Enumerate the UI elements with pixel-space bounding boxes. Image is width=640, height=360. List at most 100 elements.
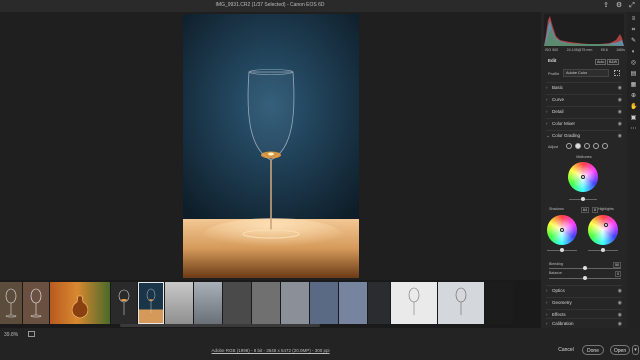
highlights-wheel[interactable]	[588, 215, 618, 245]
balance-slider[interactable]	[549, 276, 621, 280]
shadows-wheel-handle[interactable]	[560, 228, 564, 232]
thumbnail[interactable]	[223, 282, 251, 324]
eye-icon[interactable]: ◉	[618, 319, 622, 329]
midtones-mode-icon[interactable]	[584, 143, 590, 149]
title-bar: IMG_9931.CR2 (1/37 Selected) - Canon EOS…	[0, 0, 640, 12]
cancel-button[interactable]: Cancel	[556, 345, 576, 355]
toggle-samplers-icon[interactable]: ▣	[630, 115, 637, 122]
shadows-mode-icon[interactable]	[575, 143, 581, 149]
slider-knob[interactable]	[601, 248, 605, 252]
shadows-luminance-slider[interactable]	[547, 248, 577, 252]
grading-mode-selector[interactable]	[566, 143, 608, 149]
shadows-label: Shadows	[549, 207, 564, 211]
section-color-mixer[interactable]: › Color Mixer ◉	[546, 118, 622, 128]
filmstrip-scrollbar[interactable]	[120, 324, 320, 327]
eye-icon[interactable]: ◉	[618, 119, 622, 129]
midtones-label: Midtones	[576, 155, 592, 159]
eye-icon[interactable]: ◉	[618, 286, 622, 296]
more-icon[interactable]: ⋯	[630, 126, 637, 133]
thumbnail[interactable]	[111, 282, 137, 324]
edit-sliders-icon[interactable]: ≡	[630, 16, 637, 23]
snapshots-icon[interactable]: ▦	[630, 82, 637, 89]
balance-label: Balance	[549, 271, 562, 275]
bw-button[interactable]: B&W	[607, 59, 620, 65]
thumbnail-selected[interactable]	[138, 282, 164, 324]
section-curve[interactable]: › Curve ◉	[546, 94, 622, 104]
thumbnail[interactable]	[0, 282, 22, 324]
red-eye-icon[interactable]: ◎	[630, 60, 637, 67]
hue-value[interactable]: 64	[581, 207, 589, 213]
section-label: Color Mixer	[552, 121, 576, 126]
midtones-wheel[interactable]	[568, 162, 598, 192]
section-label: Color Grading	[552, 133, 581, 138]
slider-knob[interactable]	[560, 248, 564, 252]
saturation-value[interactable]: 8	[592, 207, 598, 213]
hand-tool-icon[interactable]: ✋	[630, 104, 637, 111]
before-after-icon[interactable]	[28, 331, 35, 337]
eye-icon[interactable]: ◉	[618, 131, 622, 141]
auto-button[interactable]: Auto	[595, 59, 607, 65]
blending-slider[interactable]	[549, 266, 621, 270]
profile-browser-icon[interactable]	[614, 70, 620, 76]
thumbnail[interactable]	[23, 282, 49, 324]
expand-icon[interactable]: ⤢	[628, 1, 636, 10]
presets-icon[interactable]: ▤	[630, 71, 637, 78]
balance-value[interactable]: 0	[615, 271, 621, 277]
thumbnail[interactable]	[165, 282, 193, 324]
histogram	[544, 14, 624, 46]
share-icon[interactable]: ⇪	[602, 1, 610, 10]
midtones-luminance-slider[interactable]	[569, 197, 597, 201]
crop-icon[interactable]: ⌗	[630, 27, 637, 34]
thumbnail[interactable]	[281, 282, 309, 324]
section-basic[interactable]: › Basic ◉	[546, 82, 622, 92]
mask-icon[interactable]: ◐	[630, 49, 637, 56]
eye-icon[interactable]: ◉	[618, 107, 622, 117]
section-label: Calibration	[552, 321, 574, 326]
gear-icon[interactable]: ⚙	[615, 1, 623, 10]
thumbnail[interactable]	[438, 282, 484, 324]
shadows-wheel[interactable]	[547, 215, 577, 245]
thumbnail[interactable]	[310, 282, 338, 324]
main-photo	[183, 14, 359, 278]
done-button[interactable]: Done	[582, 345, 604, 355]
highlights-label: Highlights	[598, 207, 614, 211]
section-optics[interactable]: › Optics ◉	[546, 285, 622, 295]
thumbnail[interactable]	[391, 282, 437, 324]
three-way-icon[interactable]	[566, 143, 572, 149]
section-label: Geometry	[552, 300, 572, 305]
thumbnail[interactable]	[339, 282, 367, 324]
section-detail[interactable]: › Detail ◉	[546, 106, 622, 116]
open-options-icon[interactable]: ▾	[632, 345, 639, 355]
highlights-mode-icon[interactable]	[593, 143, 599, 149]
midtones-wheel-handle[interactable]	[581, 175, 585, 179]
thumbnail[interactable]	[485, 282, 513, 324]
section-color-grading[interactable]: ⌄ Color Grading ◉	[546, 130, 622, 140]
eye-icon[interactable]: ◉	[618, 83, 622, 93]
thumbnail[interactable]	[194, 282, 222, 324]
file-info-link[interactable]: Adobe RGB (1998) - 8 bit - 3648 x 5472 (…	[0, 348, 541, 353]
profile-select[interactable]: Adobe Color	[563, 69, 609, 77]
window-title: IMG_9931.CR2 (1/37 Selected) - Canon EOS…	[215, 2, 325, 8]
thumbnail[interactable]	[368, 282, 390, 324]
highlights-wheel-handle[interactable]	[604, 223, 608, 227]
slider-knob[interactable]	[583, 266, 587, 270]
zoom-tool-icon[interactable]: ⊕	[630, 93, 637, 100]
healing-brush-icon[interactable]: ✎	[630, 38, 637, 45]
section-calibration[interactable]: › Calibration ◉	[546, 318, 622, 328]
image-canvas[interactable]	[0, 12, 541, 280]
thumbnail[interactable]	[252, 282, 280, 324]
eye-icon[interactable]: ◉	[618, 95, 622, 105]
open-button[interactable]: Open	[610, 345, 630, 355]
edit-title: Edit	[548, 58, 557, 63]
thumbnail[interactable]	[50, 282, 110, 324]
thumbnail-strip[interactable]	[0, 282, 541, 324]
slider-knob[interactable]	[581, 197, 585, 201]
filmstrip[interactable]	[0, 280, 541, 336]
global-mode-icon[interactable]	[602, 143, 608, 149]
highlights-luminance-slider[interactable]	[588, 248, 618, 252]
eye-icon[interactable]: ◉	[618, 298, 622, 308]
slider-knob[interactable]	[583, 276, 587, 280]
zoom-level[interactable]: 39.8%	[4, 332, 18, 338]
section-geometry[interactable]: › Geometry ◉	[546, 297, 622, 307]
adjust-label: Adjust	[548, 145, 558, 149]
